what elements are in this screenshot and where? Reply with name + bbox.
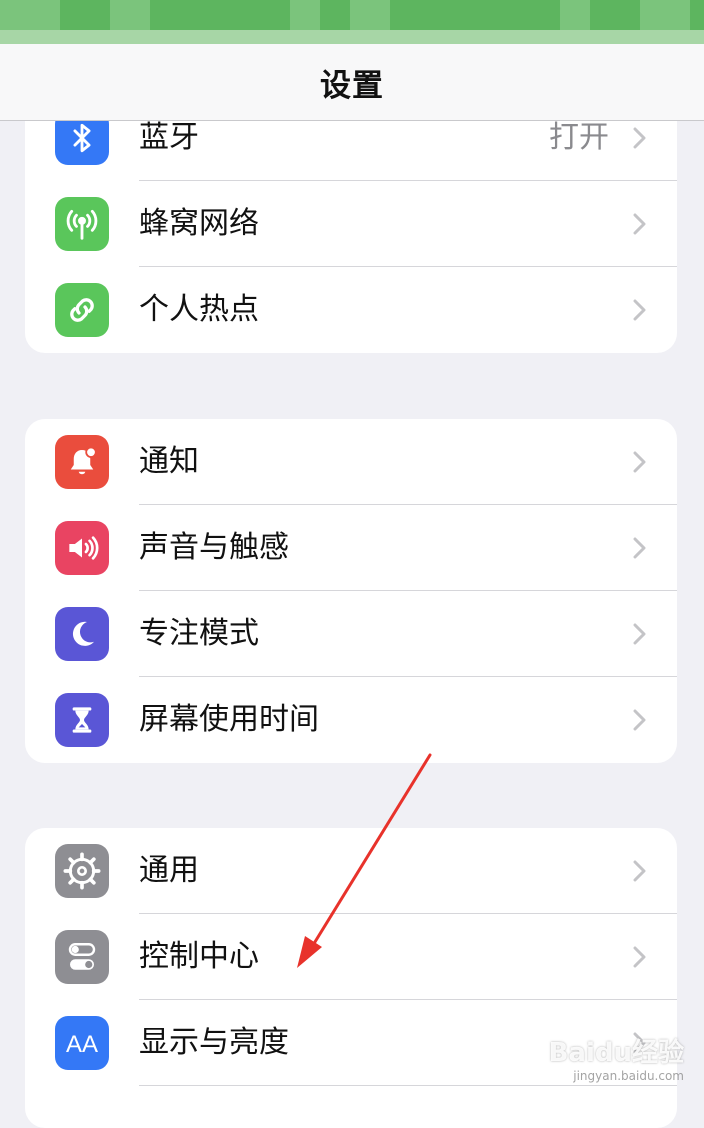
settings-row-label: 个人热点 <box>139 292 259 327</box>
settings-group-general: 通用 控制中心 AA 显示与亮度 <box>25 828 677 1128</box>
settings-row-label: 屏幕使用时间 <box>139 702 319 737</box>
settings-row-label: 蜂窝网络 <box>139 206 259 241</box>
settings-row-notifications[interactable]: 通知 <box>25 419 677 505</box>
notification-bell-icon <box>55 435 109 489</box>
settings-row-label: 显示与亮度 <box>139 1025 289 1060</box>
settings-row-focus[interactable]: 专注模式 <box>25 591 677 677</box>
toggle-switches-icon <box>55 930 109 984</box>
chevron-right-icon <box>633 537 646 559</box>
settings-row-sounds[interactable]: 声音与触感 <box>25 505 677 591</box>
chevron-right-icon <box>633 451 646 473</box>
watermark-logo: Baidu经验 <box>548 1038 684 1068</box>
settings-group-notifications: 通知 声音与触感 专注模式 屏幕使用时间 <box>25 419 677 763</box>
settings-row-general[interactable]: 通用 <box>25 828 677 914</box>
gear-icon <box>55 844 109 898</box>
watermark-url: jingyan.baidu.com <box>573 1069 684 1083</box>
hotspot-link-icon <box>55 283 109 337</box>
settings-row-label: 专注模式 <box>139 616 259 651</box>
chevron-right-icon <box>633 127 646 149</box>
settings-row-control-center[interactable]: 控制中心 <box>25 914 677 1000</box>
settings-row-cellular[interactable]: 蜂窝网络 <box>25 181 677 267</box>
status-bar <box>0 0 704 44</box>
chevron-right-icon <box>633 299 646 321</box>
settings-group-connectivity: 蓝牙 打开 蜂窝网络 个人热点 <box>25 95 677 353</box>
chevron-right-icon <box>633 860 646 882</box>
settings-row-label: 通知 <box>139 444 199 479</box>
settings-row-label: 声音与触感 <box>139 530 289 565</box>
speaker-icon <box>55 521 109 575</box>
settings-row-label: 通用 <box>139 853 199 888</box>
settings-row-hotspot[interactable]: 个人热点 <box>25 267 677 353</box>
moon-icon <box>55 607 109 661</box>
chevron-right-icon <box>633 623 646 645</box>
watermark: Baidu经验 jingyan.baidu.com <box>549 1032 684 1083</box>
chevron-right-icon <box>633 213 646 235</box>
settings-row-screen-time[interactable]: 屏幕使用时间 <box>25 677 677 763</box>
navigation-bar: 设置 <box>0 44 704 121</box>
hourglass-icon <box>55 693 109 747</box>
settings-row-label: 控制中心 <box>139 939 259 974</box>
chevron-right-icon <box>633 946 646 968</box>
chevron-right-icon <box>633 709 646 731</box>
text-size-aa-icon: AA <box>55 1016 109 1070</box>
page-title: 设置 <box>320 67 384 104</box>
cellular-antenna-icon <box>55 197 109 251</box>
svg-text:AA: AA <box>66 1031 98 1058</box>
